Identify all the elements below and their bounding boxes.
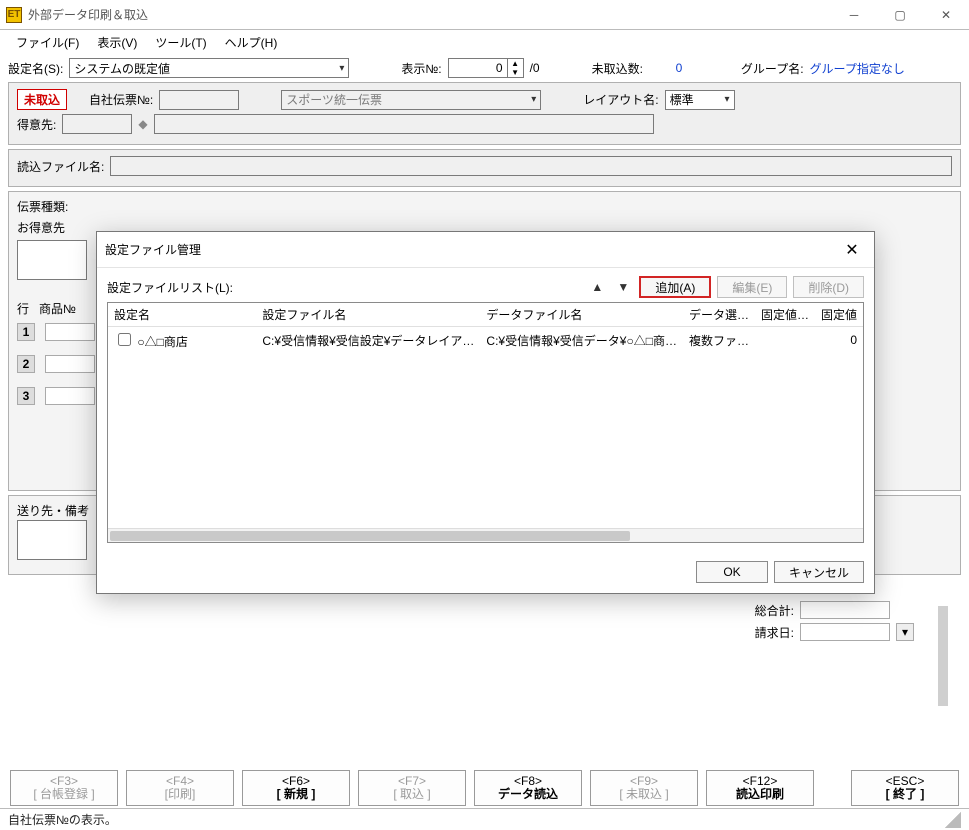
sendto-box[interactable] bbox=[17, 520, 87, 560]
not-imported-label: 未取込数: bbox=[592, 60, 643, 77]
menu-tools[interactable]: ツール(T) bbox=[147, 31, 214, 54]
edit-button[interactable]: 編集(E) bbox=[717, 276, 787, 298]
row-data-sel: 複数ファ… bbox=[683, 327, 755, 354]
f12-button[interactable]: <F12>読込印刷 bbox=[706, 770, 814, 806]
row-1-cell[interactable] bbox=[45, 323, 95, 341]
row-data-file: C:¥受信情報¥受信データ¥○△□商… bbox=[480, 327, 683, 354]
ok-button[interactable]: OK bbox=[696, 561, 768, 583]
f8-button[interactable]: <F8>データ読込 bbox=[474, 770, 582, 806]
setting-name-combo[interactable]: システムの既定値 ▾ bbox=[69, 58, 349, 78]
setting-name-value: システムの既定値 bbox=[74, 60, 170, 77]
grand-total-label: 総合計: bbox=[755, 602, 794, 619]
chevron-down-icon: ▾ bbox=[531, 94, 536, 105]
load-file-label: 読込ファイル名: bbox=[17, 158, 104, 175]
chevron-down-icon: ▾ bbox=[902, 625, 908, 639]
f4-button[interactable]: <F4>[印刷] bbox=[126, 770, 234, 806]
move-down-button[interactable]: ▼ bbox=[613, 278, 633, 296]
menu-view[interactable]: 表示(V) bbox=[89, 31, 145, 54]
row-number-2: 2 bbox=[17, 355, 35, 373]
row-number-1: 1 bbox=[17, 323, 35, 341]
row-number-3: 3 bbox=[17, 387, 35, 405]
row-header: 行 bbox=[17, 300, 29, 317]
app-icon: ET bbox=[6, 7, 22, 23]
col-data-sel[interactable]: データ選… bbox=[683, 303, 755, 327]
customer-name-field[interactable] bbox=[154, 114, 654, 134]
chevron-down-icon: ▾ bbox=[725, 94, 730, 105]
display-no-spinner[interactable]: 0 ▲▼ bbox=[448, 58, 524, 78]
bill-date-field[interactable] bbox=[800, 623, 890, 641]
row-checkbox[interactable] bbox=[118, 333, 131, 346]
product-no-header: 商品№ bbox=[39, 300, 76, 317]
col-setting-file[interactable]: 設定ファイル名 bbox=[256, 303, 480, 327]
own-slip-no-field[interactable] bbox=[159, 90, 239, 110]
customer-code-field[interactable] bbox=[62, 114, 132, 134]
layout-value: 標準 bbox=[670, 91, 694, 108]
minimize-button[interactable]: ─ bbox=[831, 0, 877, 30]
col-fixed1[interactable]: 固定値… bbox=[755, 303, 815, 327]
diamond-icon: ◆ bbox=[138, 117, 147, 131]
add-button[interactable]: 追加(A) bbox=[639, 276, 711, 298]
close-button[interactable]: ✕ bbox=[923, 0, 969, 30]
menu-file[interactable]: ファイル(F) bbox=[8, 31, 87, 54]
scroll-strip[interactable] bbox=[938, 606, 948, 706]
cancel-button[interactable]: キャンセル bbox=[774, 561, 864, 583]
slip-kind-label: 伝票種類: bbox=[17, 198, 68, 215]
f9-button[interactable]: <F9>[ 未取込 ] bbox=[590, 770, 698, 806]
customer-box[interactable] bbox=[17, 240, 87, 280]
horizontal-scrollbar[interactable] bbox=[108, 528, 863, 542]
list-label: 設定ファイルリスト(L): bbox=[107, 279, 233, 296]
window-title: 外部データ印刷＆取込 bbox=[28, 6, 148, 23]
display-total: /0 bbox=[530, 61, 540, 75]
delete-button[interactable]: 削除(D) bbox=[793, 276, 864, 298]
group-value: グループ指定なし bbox=[810, 60, 905, 77]
settings-file-list[interactable]: 設定名 設定ファイル名 データファイル名 データ選… 固定値… 固定値 ○△□商… bbox=[107, 302, 864, 543]
spin-up-icon[interactable]: ▲ bbox=[508, 59, 523, 68]
own-slip-no-label: 自社伝票№: bbox=[89, 91, 153, 108]
customer-label: 得意先: bbox=[17, 116, 56, 133]
display-no-label: 表示№: bbox=[401, 60, 441, 77]
row-2-cell[interactable] bbox=[45, 355, 95, 373]
sendto-label: 送り先・備考 bbox=[17, 502, 89, 519]
dialog-title: 設定ファイル管理 bbox=[105, 241, 201, 258]
f7-button[interactable]: <F7>[ 取込 ] bbox=[358, 770, 466, 806]
f3-button[interactable]: <F3>[ 台帳登録 ] bbox=[10, 770, 118, 806]
move-up-button[interactable]: ▲ bbox=[587, 278, 607, 296]
bill-date-label: 請求日: bbox=[755, 624, 794, 641]
col-fixed2[interactable]: 固定値 bbox=[815, 303, 863, 327]
row-setting-file: C:¥受信情報¥受信設定¥データレイア… bbox=[256, 327, 480, 354]
grand-total-field bbox=[800, 601, 890, 619]
layout-combo[interactable]: 標準 ▾ bbox=[665, 90, 735, 110]
row-name: ○△□商店 bbox=[137, 335, 188, 349]
row-3-cell[interactable] bbox=[45, 387, 95, 405]
chevron-down-icon: ▾ bbox=[339, 63, 344, 74]
group-label: グループ名: bbox=[741, 60, 804, 77]
layout-label: レイアウト名: bbox=[583, 91, 658, 108]
col-data-file[interactable]: データファイル名 bbox=[480, 303, 683, 327]
col-setting-name[interactable]: 設定名 bbox=[108, 303, 256, 327]
settings-file-dialog: 設定ファイル管理 ✕ 設定ファイルリスト(L): ▲ ▼ 追加(A) 編集(E)… bbox=[96, 231, 875, 594]
maximize-button[interactable]: ▢ bbox=[877, 0, 923, 30]
dialog-close-button[interactable]: ✕ bbox=[838, 236, 866, 264]
customer-header: お得意先 bbox=[17, 219, 65, 236]
display-no-value: 0 bbox=[448, 58, 508, 78]
spin-down-icon[interactable]: ▼ bbox=[508, 68, 523, 77]
menu-help[interactable]: ヘルプ(H) bbox=[217, 31, 286, 54]
list-row[interactable]: ○△□商店 C:¥受信情報¥受信設定¥データレイア… C:¥受信情報¥受信データ… bbox=[108, 327, 863, 354]
slip-type-combo[interactable]: スポーツ統一伝票 ▾ bbox=[281, 90, 541, 110]
setting-name-label: 設定名(S): bbox=[8, 60, 63, 77]
not-imported-value: 0 bbox=[649, 61, 709, 75]
f6-button[interactable]: <F6>[ 新規 ] bbox=[242, 770, 350, 806]
row-fixed2: 0 bbox=[815, 327, 863, 354]
not-imported-badge: 未取込 bbox=[17, 89, 67, 110]
esc-button[interactable]: <ESC>[ 終了 ] bbox=[851, 770, 959, 806]
slip-type-value: スポーツ統一伝票 bbox=[286, 91, 382, 108]
load-file-field[interactable] bbox=[110, 156, 952, 176]
bill-date-dropdown[interactable]: ▾ bbox=[896, 623, 914, 641]
status-text: 自社伝票№の表示。 bbox=[8, 811, 117, 828]
row-fixed1 bbox=[755, 327, 815, 354]
